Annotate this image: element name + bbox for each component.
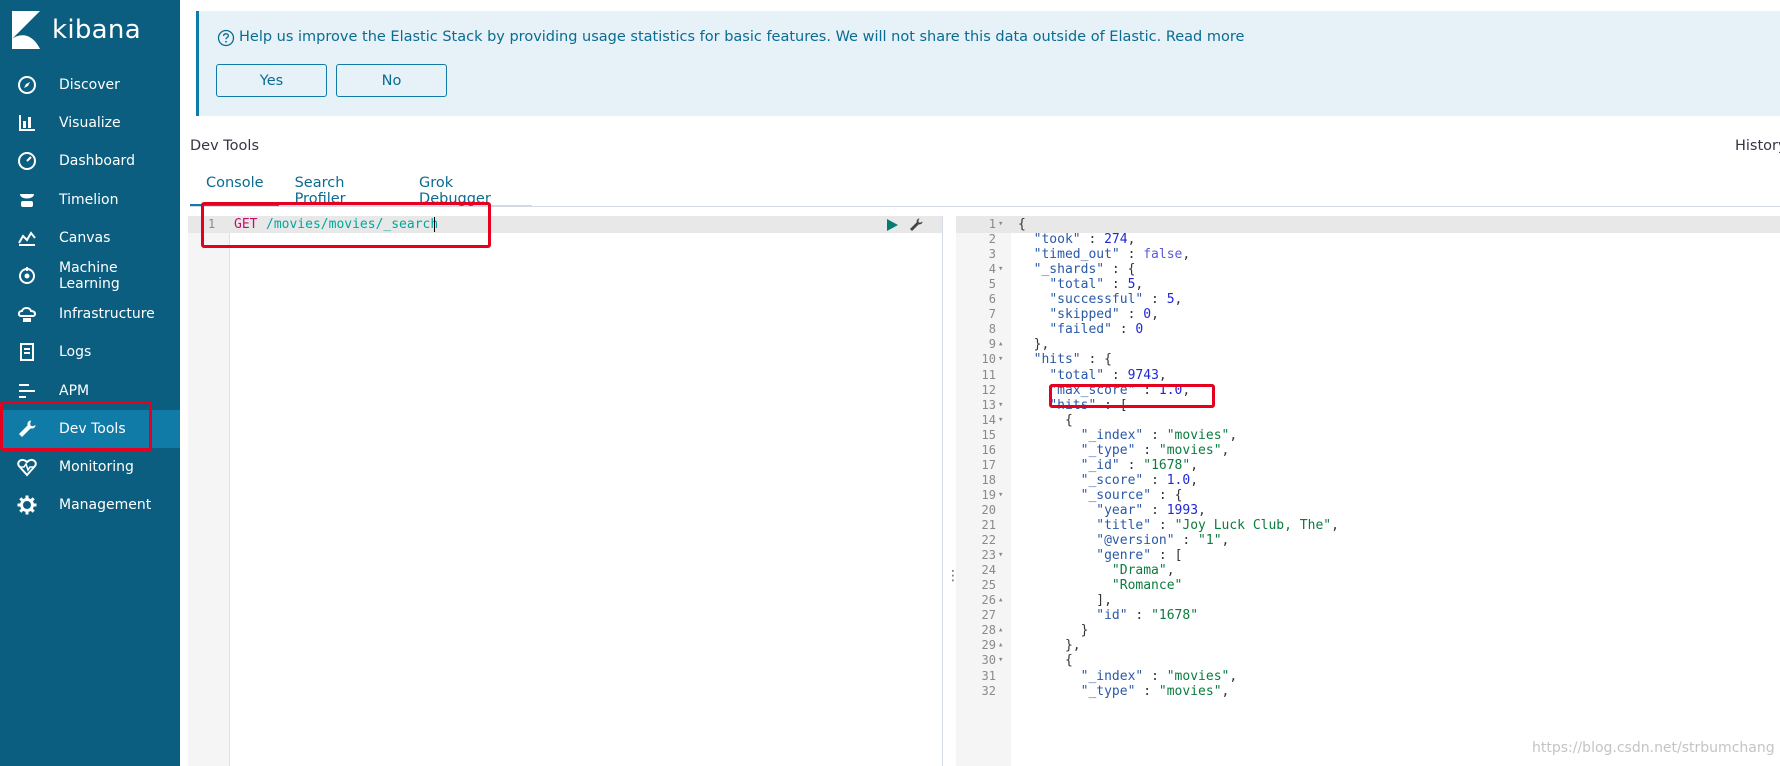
canvas-icon	[16, 227, 38, 249]
sidebar-item-discover[interactable]: Discover	[0, 66, 180, 104]
sidebar-item-visualize[interactable]: Visualize	[0, 104, 180, 142]
sidebar-item-logs[interactable]: Logs	[0, 333, 180, 371]
sidebar-item-monitoring[interactable]: Monitoring	[0, 448, 180, 486]
sidebar-item-label: Infrastructure	[59, 306, 155, 323]
sidebar-item-timelion[interactable]: Timelion	[0, 181, 180, 219]
tab-search-profiler[interactable]: Search Profiler	[279, 170, 403, 207]
sidebar-item-label: Monitoring	[59, 459, 134, 475]
line-number: 32	[981, 683, 996, 698]
response-line: 32 "_type" : "movies",	[956, 683, 1780, 700]
timelion-icon	[16, 189, 38, 211]
no-button[interactable]: No	[336, 64, 447, 97]
sidebar-item-label: Machine Learning	[59, 260, 120, 292]
wrench-icon	[16, 418, 38, 440]
response-editor[interactable]: 1 ▾{2 "took" : 274, 3 "timed_out" : false,…	[956, 216, 1780, 766]
gauge-icon	[16, 150, 38, 172]
response-code: "_type" : "movies",	[1080, 683, 1230, 699]
banner-message: Help us improve the Elastic Stack by pro…	[239, 29, 1245, 45]
sidebar-item-label: Discover	[59, 77, 120, 93]
telemetry-banner: Help us improve the Elastic Stack by pro…	[196, 11, 1780, 116]
heartbeat-icon	[16, 456, 38, 478]
sidebar-item-label: Logs	[59, 344, 92, 361]
infrastructure-icon	[16, 303, 38, 325]
sidebar-item-label: Timelion	[59, 191, 119, 208]
sidebar-item-label: Canvas	[59, 229, 111, 246]
tab-console[interactable]: Console	[190, 170, 279, 206]
logs-icon	[16, 341, 38, 363]
sidebar-item-label: Management	[59, 497, 152, 514]
sidebar-item-infrastructure[interactable]: Infrastructure	[0, 295, 180, 333]
request-line-number: 1	[208, 217, 216, 231]
help-circle-icon	[217, 29, 235, 47]
play-icon[interactable]	[885, 218, 899, 232]
watermark: https://blog.csdn.net/strbumchang	[1532, 740, 1775, 756]
machine-learning-icon	[16, 265, 38, 287]
request-method: GET	[234, 217, 258, 232]
sidebar-item-label: Dev Tools	[59, 420, 126, 437]
gear-icon	[16, 494, 38, 516]
tabs-divider	[190, 206, 1780, 207]
sidebar-item-dev-tools[interactable]: Dev Tools	[0, 409, 180, 448]
apm-icon	[16, 380, 38, 402]
sidebar-item-apm[interactable]: APM	[0, 372, 180, 410]
sidebar-item-label: APM	[59, 382, 90, 399]
tab-grok-debugger[interactable]: Grok Debugger	[403, 170, 532, 207]
devtools-tabs: Console Search Profiler Grok Debugger	[190, 170, 532, 207]
sidebar-item-dashboard[interactable]: Dashboard	[0, 142, 180, 180]
page-title: Dev Tools	[190, 138, 259, 154]
kibana-logo[interactable]: kibana	[10, 8, 141, 52]
sidebar-item-label: Visualize	[59, 115, 121, 132]
history-link[interactable]: History	[1735, 138, 1780, 154]
text-cursor	[434, 217, 435, 232]
sidebar-item-canvas[interactable]: Canvas	[0, 219, 180, 257]
request-path: /movies/movies/_search	[266, 217, 439, 232]
request-gutter	[188, 216, 230, 766]
yes-button[interactable]: Yes	[216, 64, 327, 97]
compass-icon	[16, 74, 38, 96]
request-editor[interactable]: 1 GET /movies/movies/_search	[188, 216, 943, 766]
wrench-icon[interactable]	[908, 217, 924, 233]
kibana-logo-icon	[12, 11, 40, 49]
sidebar-item-label: Dashboard	[59, 153, 135, 170]
bar-chart-icon	[16, 112, 38, 134]
sidebar-item-machine-learning[interactable]: Machine Learning	[0, 257, 180, 295]
sidebar-item-management[interactable]: Management	[0, 486, 180, 524]
brand-name: kibana	[52, 15, 141, 45]
